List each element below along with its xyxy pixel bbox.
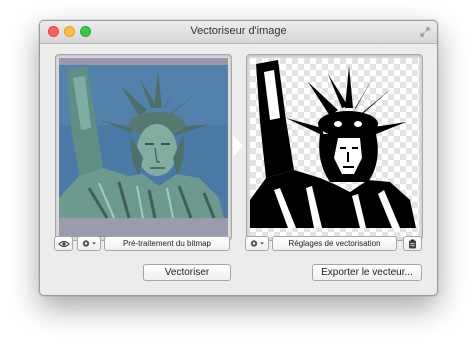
source-image <box>59 58 228 237</box>
vectorization-settings-label: Réglages de vectorisation <box>288 239 381 248</box>
clipboard-icon <box>409 239 416 249</box>
vectorize-button[interactable]: Vectoriser <box>143 264 231 281</box>
gear-icon <box>250 240 264 248</box>
export-vector-label: Exporter le vecteur... <box>321 267 413 278</box>
vectorize-options-button[interactable] <box>245 236 269 251</box>
vectorization-settings-button[interactable]: Réglages de vectorisation <box>272 236 397 251</box>
export-vector-button[interactable]: Exporter le vecteur... <box>312 264 422 281</box>
arrow-right-icon <box>233 135 243 157</box>
preprocess-options-button[interactable] <box>77 236 101 251</box>
fullscreen-icon[interactable] <box>420 27 430 37</box>
copy-button[interactable] <box>403 236 422 251</box>
preview-toggle-button[interactable] <box>54 236 73 251</box>
vectorize-label: Vectoriser <box>164 267 210 278</box>
window-title: Vectoriseur d'image <box>190 25 287 37</box>
source-image-well[interactable] <box>55 54 232 241</box>
preprocess-bitmap-label: Pré-traitement du bitmap <box>122 239 212 248</box>
preprocess-bitmap-button[interactable]: Pré-traitement du bitmap <box>104 236 230 251</box>
vector-image <box>250 58 419 237</box>
vectorizer-window: Vectoriseur d'image Pré-traitement du bi… <box>39 20 438 296</box>
title-bar: Vectoriseur d'image <box>40 21 437 44</box>
vector-image-well[interactable] <box>246 54 423 241</box>
eye-icon <box>57 240 70 247</box>
gear-icon <box>82 240 96 248</box>
